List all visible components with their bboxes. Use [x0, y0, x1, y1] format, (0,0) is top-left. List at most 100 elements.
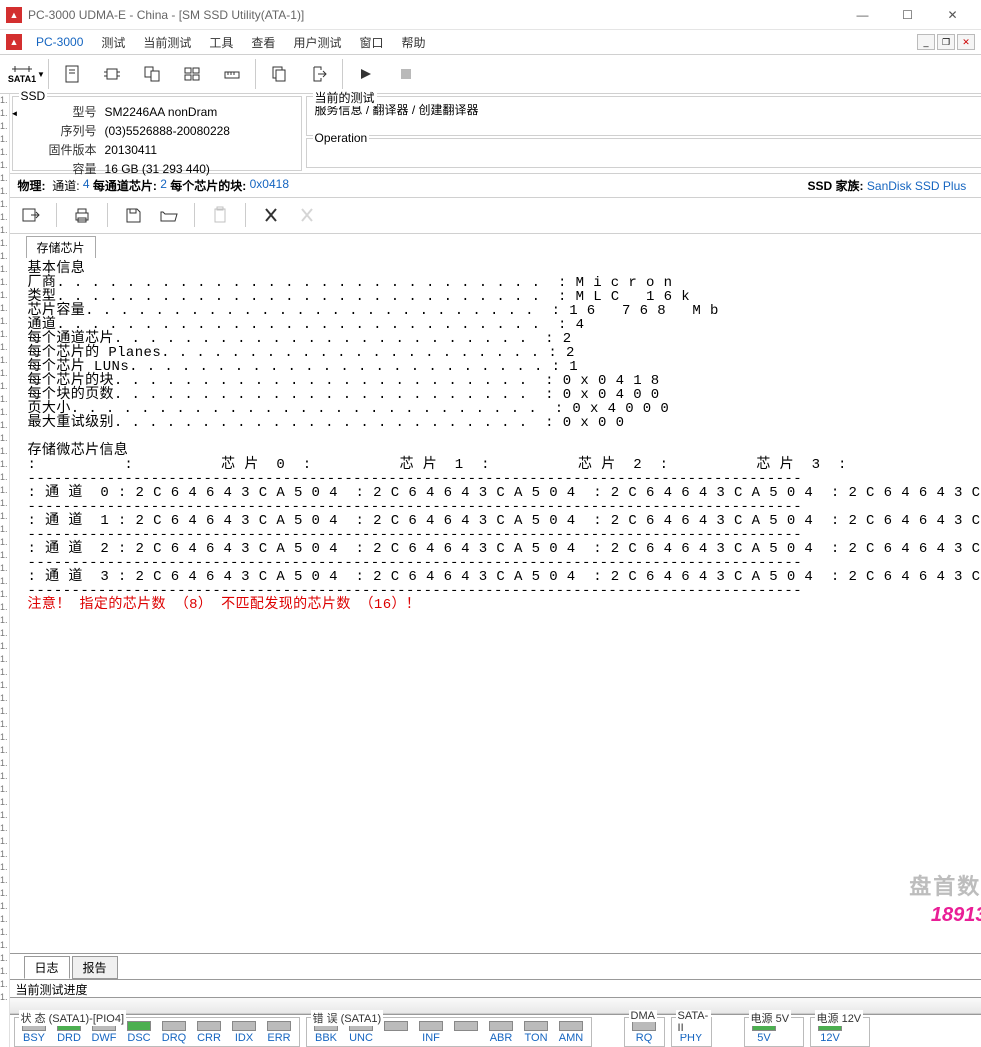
window-titlebar: ▲ PC-3000 UDMA-E - China - [SM SSD Utili…	[0, 0, 981, 30]
open-button[interactable]	[154, 201, 184, 229]
window-title: PC-3000 UDMA-E - China - [SM SSD Utility…	[28, 8, 840, 22]
model-label: 型号	[23, 103, 103, 120]
menu-help[interactable]: 帮助	[393, 32, 433, 53]
capacity-value: 16 GB (31 293 440)	[105, 160, 291, 177]
led-label: ABR	[490, 1032, 513, 1044]
led-amn	[559, 1021, 583, 1031]
capacity-label: 容量	[23, 160, 103, 177]
led-label: INF	[422, 1032, 440, 1044]
output-panel: 存储芯片 基本信息 厂商. . . . . . . . . . . . . . …	[10, 234, 981, 953]
collapse-icon[interactable]: ◄	[11, 109, 19, 118]
exit-button[interactable]	[299, 56, 339, 92]
find-next-button[interactable]	[292, 201, 322, 229]
export-button[interactable]	[16, 201, 46, 229]
gutter-ruler: 1.1.1.1.1.1.1.1.1.1.1.1.1.1.1.1.1.1.1.1.…	[0, 94, 10, 1047]
tab-log[interactable]: 日志	[24, 956, 70, 979]
menu-current-test[interactable]: 当前测试	[135, 32, 199, 53]
current-test-path: 服务信息 / 翻译器 / 创建翻译器	[315, 101, 981, 118]
blocks-per-chip-label: 每个芯片的块:	[170, 177, 246, 194]
led-label: TON	[525, 1032, 548, 1044]
ssd-info-panel: SSD ◄ 型号SM2246AA nonDram 序列号(03)5526888-…	[12, 96, 302, 171]
model-value: SM2246AA nonDram	[105, 103, 291, 120]
menu-view[interactable]: 查看	[243, 32, 283, 53]
menu-user-test[interactable]: 用户测试	[285, 32, 349, 53]
chips-per-channel-label: 每通道芯片:	[93, 177, 157, 194]
menu-app[interactable]: PC-3000	[28, 33, 91, 51]
menu-test[interactable]: 测试	[93, 32, 133, 53]
tab-report[interactable]: 报告	[72, 956, 118, 979]
serial-label: 序列号	[23, 122, 103, 139]
ruler-button[interactable]	[212, 56, 252, 92]
document-button[interactable]	[52, 56, 92, 92]
sata1-label: SATA1	[8, 74, 36, 84]
app-icon: ▲	[6, 7, 22, 23]
led-label: IDX	[235, 1032, 253, 1044]
copy-button[interactable]	[259, 56, 299, 92]
progress-label: 当前测试进度	[10, 980, 981, 998]
menu-window[interactable]: 窗口	[351, 32, 391, 53]
maximize-button[interactable]: ☐	[885, 1, 930, 29]
led-label: CRR	[197, 1032, 221, 1044]
led-err	[267, 1021, 291, 1031]
channels-value: 4	[83, 177, 90, 194]
clipboard-button[interactable]	[205, 201, 235, 229]
chips-per-channel-value: 2	[160, 177, 167, 194]
firmware-label: 固件版本	[23, 141, 103, 158]
led-label: 5V	[757, 1032, 770, 1044]
menu-tools[interactable]: 工具	[201, 32, 241, 53]
ssd-family-value[interactable]: SanDisk SSD Plus	[867, 179, 966, 193]
led-label: DRD	[57, 1032, 81, 1044]
output-text: 基本信息 厂商. . . . . . . . . . . . . . . . .…	[10, 258, 981, 612]
led-blank	[454, 1021, 478, 1031]
current-test-panel: 当前的测试 服务信息 / 翻译器 / 创建翻译器	[306, 96, 981, 136]
menu-bar: ▲ PC-3000 测试 当前测试 工具 查看 用户测试 窗口 帮助 _ ❐ ✕	[0, 30, 981, 54]
led-crr	[197, 1021, 221, 1031]
led-dsc	[127, 1021, 151, 1031]
led-label: BBK	[315, 1032, 337, 1044]
watermark-phone: 18913587620	[931, 904, 981, 927]
connector-icon	[12, 64, 32, 74]
current-test-legend: 当前的测试	[313, 89, 377, 106]
port-sata1-button[interactable]: SATA1	[2, 56, 42, 92]
mdi-close-button[interactable]: ✕	[957, 34, 975, 50]
mdi-restore-button[interactable]: ❐	[937, 34, 955, 50]
firmware-value: 20130411	[105, 141, 291, 158]
led-inf	[419, 1021, 443, 1031]
led-label: DWF	[91, 1032, 116, 1044]
led-rq	[632, 1021, 656, 1031]
led-abr	[489, 1021, 513, 1031]
save-button[interactable]	[118, 201, 148, 229]
watermark-company: 盘首数据恢复	[909, 869, 981, 901]
ssd-legend: SSD	[19, 89, 48, 103]
phys-label: 物理:	[18, 177, 46, 194]
main-toolbar: SATA1 ▼	[0, 54, 981, 94]
led-label: DRQ	[162, 1032, 186, 1044]
sub-toolbar	[10, 198, 981, 234]
operation-legend: Operation	[313, 131, 370, 145]
tab-storage-chip[interactable]: 存储芯片	[26, 236, 96, 258]
status-bar: 状 态 (SATA1)-[PIO4]BSYDRDDWFDSCDRQCRRIDXE…	[10, 1014, 981, 1047]
channels-label: 通道:	[52, 177, 79, 194]
blocks-per-chip-value: 0x0418	[250, 177, 289, 194]
translator-button[interactable]	[132, 56, 172, 92]
led-label: ERR	[267, 1032, 290, 1044]
minimize-button[interactable]: —	[840, 1, 885, 29]
log-tabs: 日志 报告	[10, 953, 981, 980]
play-button[interactable]	[346, 56, 386, 92]
serial-value: (03)5526888-20080228	[105, 122, 291, 139]
led-label: UNC	[349, 1032, 373, 1044]
find-button[interactable]	[256, 201, 286, 229]
close-button[interactable]: ✕	[930, 1, 975, 29]
led-ton	[524, 1021, 548, 1031]
print-button[interactable]	[67, 201, 97, 229]
led-label: DSC	[127, 1032, 150, 1044]
led-blank	[384, 1021, 408, 1031]
led-label: RQ	[636, 1032, 653, 1044]
operation-panel: Operation	[306, 138, 981, 168]
mdi-minimize-button[interactable]: _	[917, 34, 935, 50]
app-icon: ▲	[6, 34, 22, 50]
led-label: 12V	[820, 1032, 840, 1044]
modules-button[interactable]	[172, 56, 212, 92]
chip-button[interactable]	[92, 56, 132, 92]
stop-button[interactable]	[386, 56, 426, 92]
